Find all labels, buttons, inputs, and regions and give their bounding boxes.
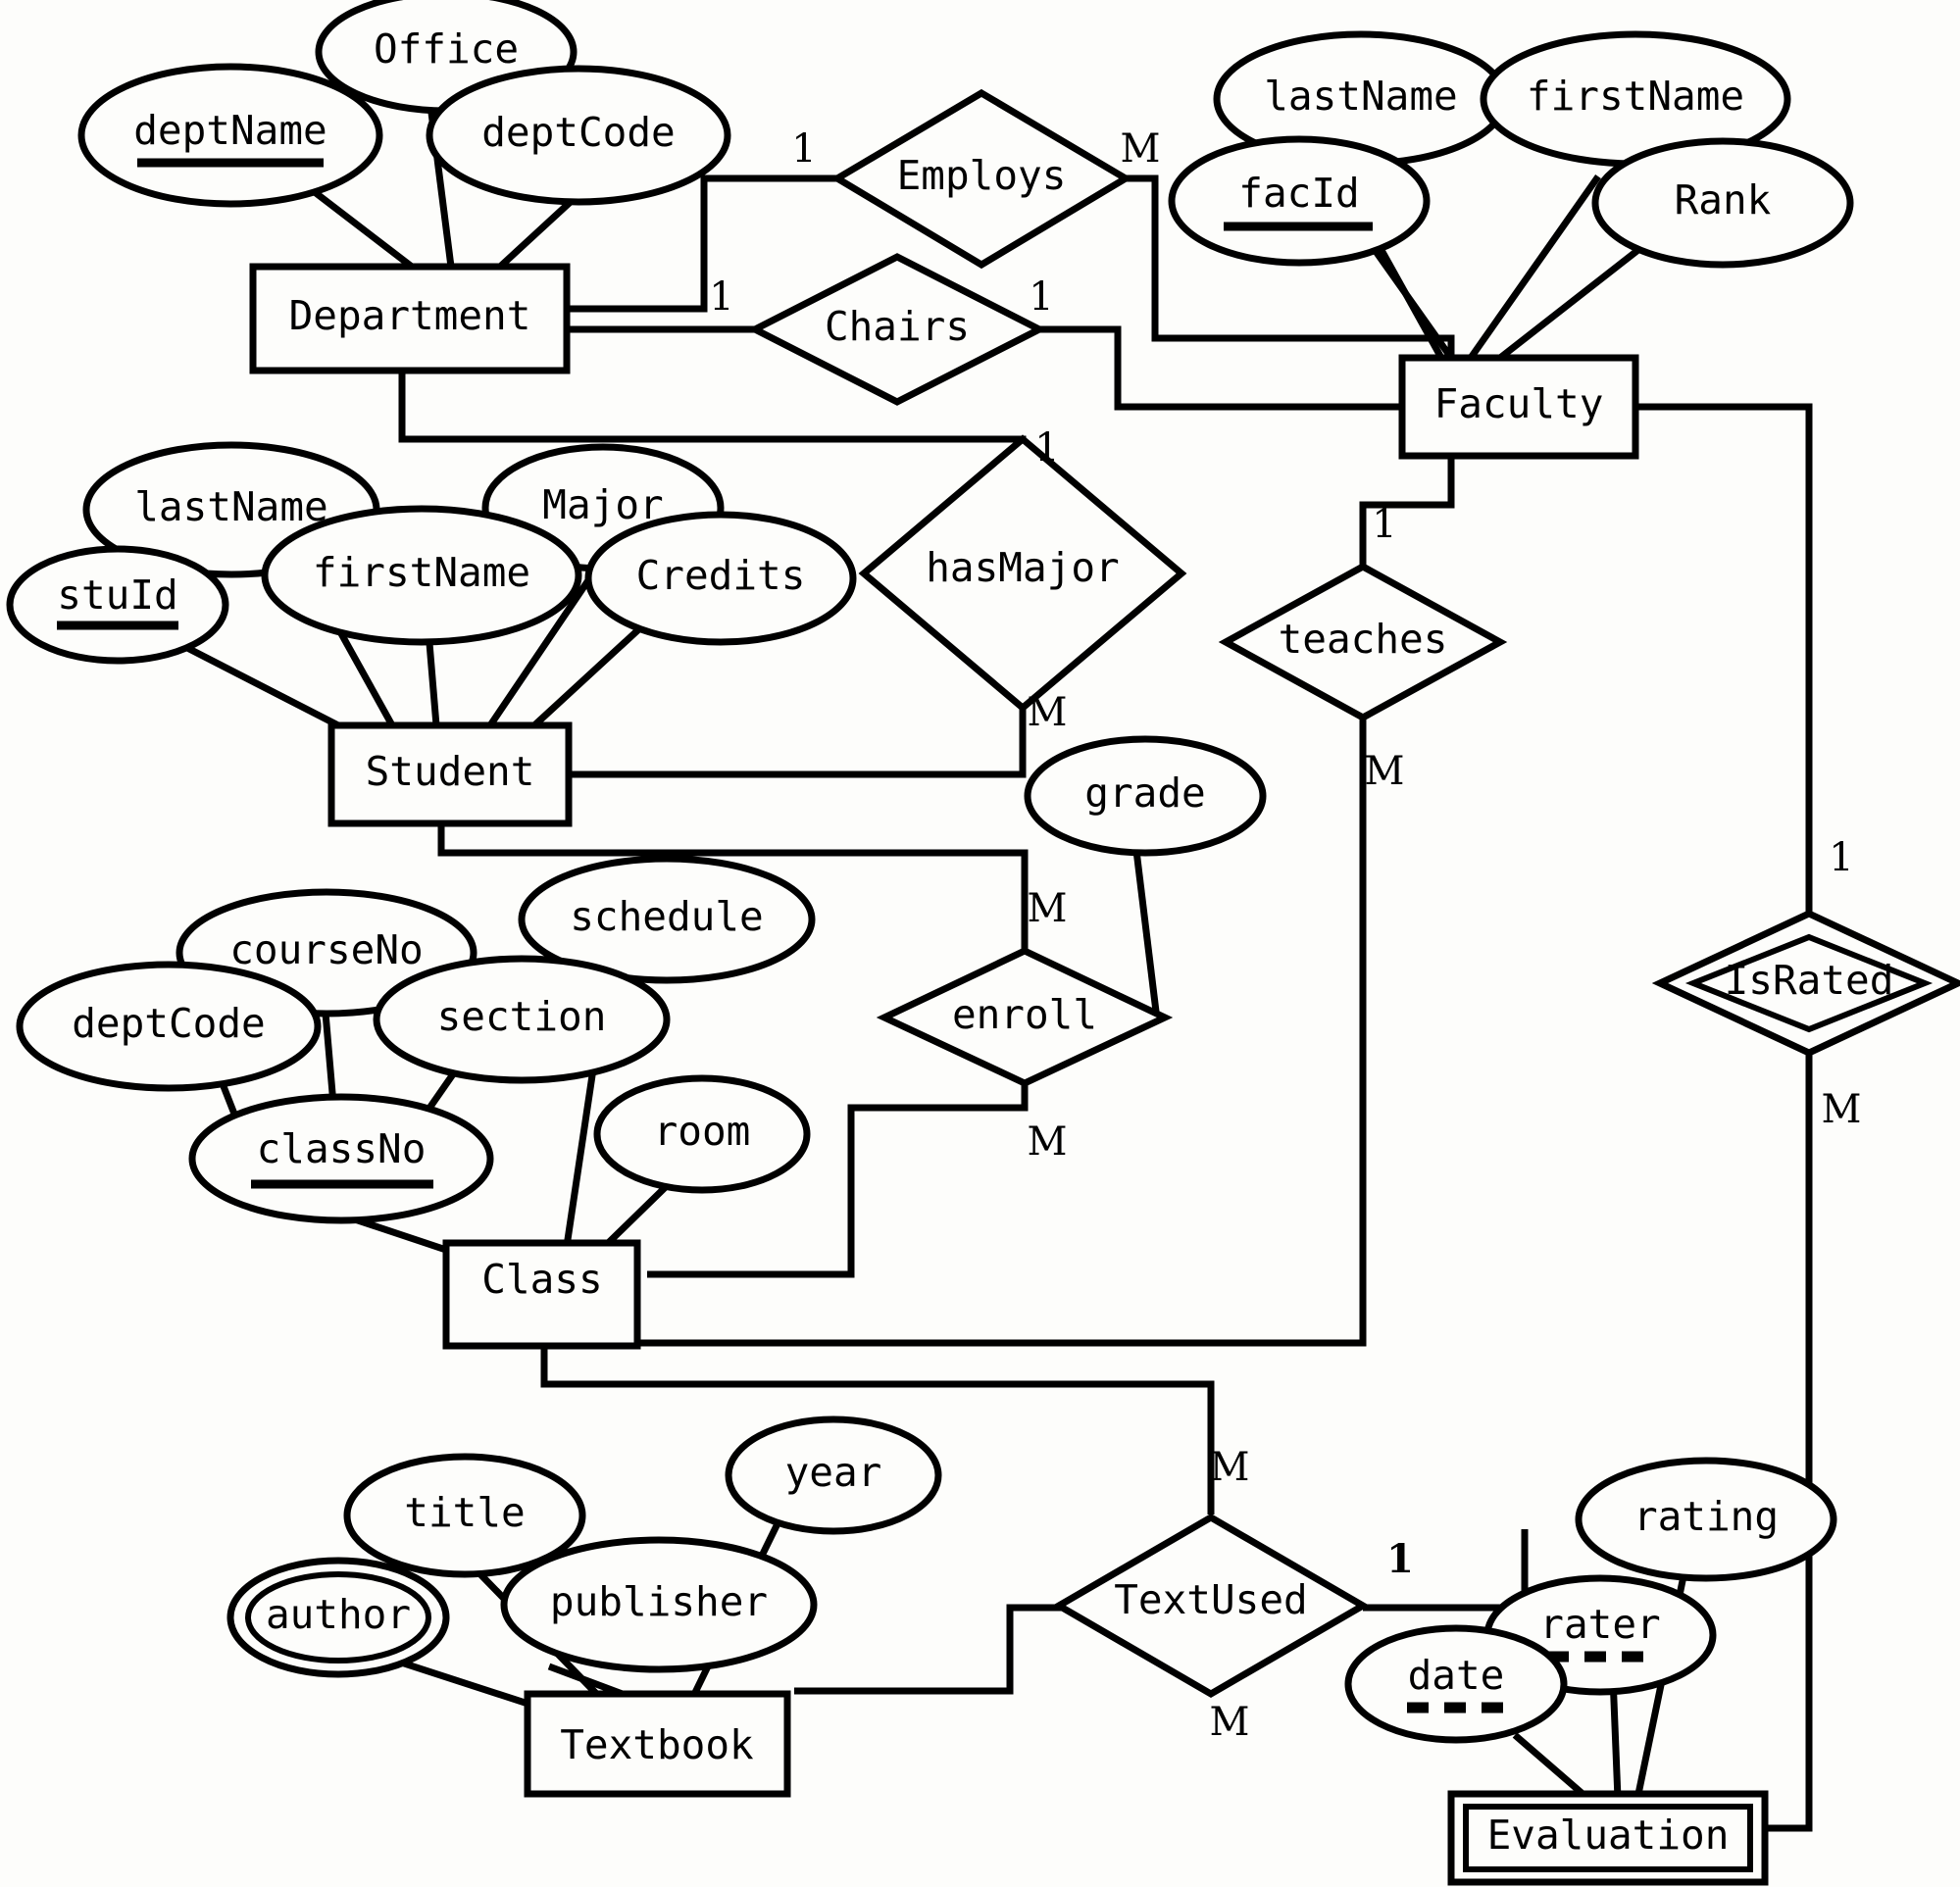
relationship-chairs-label: Chairs — [825, 303, 970, 350]
cardinality-enroll-bottom: M — [1028, 1119, 1068, 1165]
attribute-schedule-label: schedule — [570, 893, 763, 940]
er-diagram-canvas: deptName Office deptCode lastName firstN… — [0, 0, 1960, 1887]
entity-class[interactable]: Class — [442, 1239, 641, 1350]
attribute-deptcode-class[interactable]: deptCode — [16, 961, 322, 1092]
edge-textused-textbook — [794, 1604, 1098, 1695]
attribute-firstname-student-label: firstName — [313, 549, 530, 596]
attribute-rank-label: Rank — [1675, 176, 1772, 223]
attribute-classno-label: classNo — [257, 1125, 427, 1172]
entity-faculty-label: Faculty — [1434, 380, 1604, 427]
relationship-enroll[interactable]: enroll — [876, 947, 1174, 1087]
relationship-israted-label: IsRated — [1725, 957, 1894, 1004]
entity-textbook[interactable]: Textbook — [524, 1690, 791, 1798]
cardinality-textused-right: 1 — [1386, 1536, 1414, 1582]
attribute-deptname-label: deptName — [133, 107, 327, 154]
cardinality-hasmajor-top: 1 — [1034, 425, 1059, 471]
relationship-enroll-label: enroll — [952, 991, 1097, 1038]
attribute-courseno-label: courseNo — [229, 926, 423, 973]
entity-student-label: Student — [366, 748, 535, 795]
attribute-major-label: Major — [542, 481, 663, 528]
relationship-teaches[interactable]: teaches — [1218, 563, 1508, 721]
attribute-section[interactable]: section — [373, 955, 671, 1084]
attribute-classno[interactable]: classNo — [188, 1093, 494, 1224]
attribute-author-label: author — [266, 1591, 411, 1638]
cardinality-chairs-left: 1 — [709, 274, 733, 320]
entity-evaluation[interactable]: Evaluation — [1447, 1790, 1769, 1886]
entity-department[interactable]: Department — [249, 263, 571, 374]
attribute-year-label: year — [785, 1449, 882, 1496]
cardinality-israted-bottom: M — [1822, 1087, 1862, 1132]
relationship-textused-label: TextUsed — [1114, 1576, 1307, 1623]
entity-class-label: Class — [481, 1256, 602, 1303]
cardinality-employs-left: 1 — [791, 126, 816, 172]
attribute-facid[interactable]: facId — [1168, 135, 1431, 267]
attribute-lastname-student-label: lastName — [134, 483, 327, 530]
entity-student[interactable]: Student — [327, 721, 573, 827]
relationship-teaches-label: teaches — [1279, 616, 1448, 663]
attribute-deptcode-class-label: deptCode — [72, 1000, 265, 1047]
cardinality-israted-top: 1 — [1829, 835, 1853, 880]
attribute-deptname[interactable]: deptName — [77, 63, 383, 208]
attribute-rater-label: rater — [1539, 1601, 1660, 1648]
attribute-firstname-faculty-label: firstName — [1527, 73, 1744, 120]
relationship-employs[interactable]: Employs — [830, 88, 1132, 270]
attribute-author[interactable]: author — [226, 1557, 450, 1678]
attribute-title-label: title — [404, 1489, 525, 1536]
edge-israted-evaluation — [1765, 1054, 1813, 1832]
attribute-facid-label: facId — [1238, 170, 1359, 217]
attribute-room[interactable]: room — [593, 1074, 811, 1194]
attribute-publisher[interactable]: publisher — [500, 1536, 818, 1673]
attribute-year[interactable]: year — [725, 1415, 942, 1535]
attribute-deptcode-department[interactable]: deptCode — [426, 65, 731, 206]
cardinality-teaches-bottom: M — [1365, 749, 1405, 794]
attribute-office-label: Office — [374, 25, 519, 73]
attribute-credits[interactable]: Credits — [584, 511, 857, 646]
attribute-publisher-label: publisher — [550, 1578, 768, 1625]
er-diagram-svg: deptName Office deptCode lastName firstN… — [6, 0, 1960, 1886]
attribute-stuid[interactable]: stuId — [6, 545, 229, 665]
attribute-lastname-faculty-label: lastName — [1264, 73, 1457, 120]
attribute-rating-label: rating — [1633, 1493, 1779, 1540]
cardinality-teaches-top: 1 — [1372, 502, 1396, 547]
attribute-firstname-student[interactable]: firstName — [261, 505, 582, 646]
edge-faculty-israted — [1635, 403, 1813, 917]
relationship-hasmajor-label: hasMajor — [926, 544, 1119, 591]
attribute-stuid-label: stuId — [57, 571, 177, 619]
attribute-grade[interactable]: grade — [1024, 735, 1267, 857]
cardinality-textused-top: M — [1210, 1445, 1250, 1490]
cardinality-enroll-top: M — [1028, 886, 1068, 931]
cardinality-employs-right: M — [1121, 126, 1161, 172]
entity-evaluation-label: Evaluation — [1487, 1812, 1730, 1859]
cardinality-chairs-right: 1 — [1029, 274, 1053, 320]
attribute-date[interactable]: date — [1344, 1624, 1568, 1744]
entity-faculty[interactable]: Faculty — [1398, 354, 1639, 460]
entity-department-label: Department — [289, 292, 531, 339]
edge-rank-faculty — [1497, 232, 1660, 361]
entity-textbook-label: Textbook — [560, 1721, 754, 1768]
attribute-credits-label: Credits — [636, 552, 806, 599]
edge-hasmajor-student — [569, 686, 1027, 778]
cardinality-textused-bottom: M — [1210, 1700, 1250, 1745]
relationship-textused[interactable]: TextUsed — [1052, 1513, 1370, 1699]
relationship-israted[interactable]: IsRated — [1651, 910, 1960, 1057]
attribute-section-label: section — [437, 993, 607, 1040]
relationship-hasmajor[interactable]: hasMajor — [858, 434, 1187, 713]
attribute-room-label: room — [654, 1108, 751, 1155]
attribute-date-label: date — [1408, 1652, 1505, 1699]
cardinality-hasmajor-bottom: M — [1028, 690, 1068, 735]
attribute-grade-label: grade — [1084, 770, 1205, 817]
edge-date-evaluation — [1512, 1732, 1591, 1802]
attribute-deptcode-department-label: deptCode — [481, 109, 675, 156]
relationship-employs-label: Employs — [897, 152, 1067, 199]
relationship-chairs[interactable]: Chairs — [747, 253, 1047, 406]
attribute-rating[interactable]: rating — [1575, 1457, 1837, 1582]
attribute-rank[interactable]: Rank — [1591, 137, 1854, 269]
